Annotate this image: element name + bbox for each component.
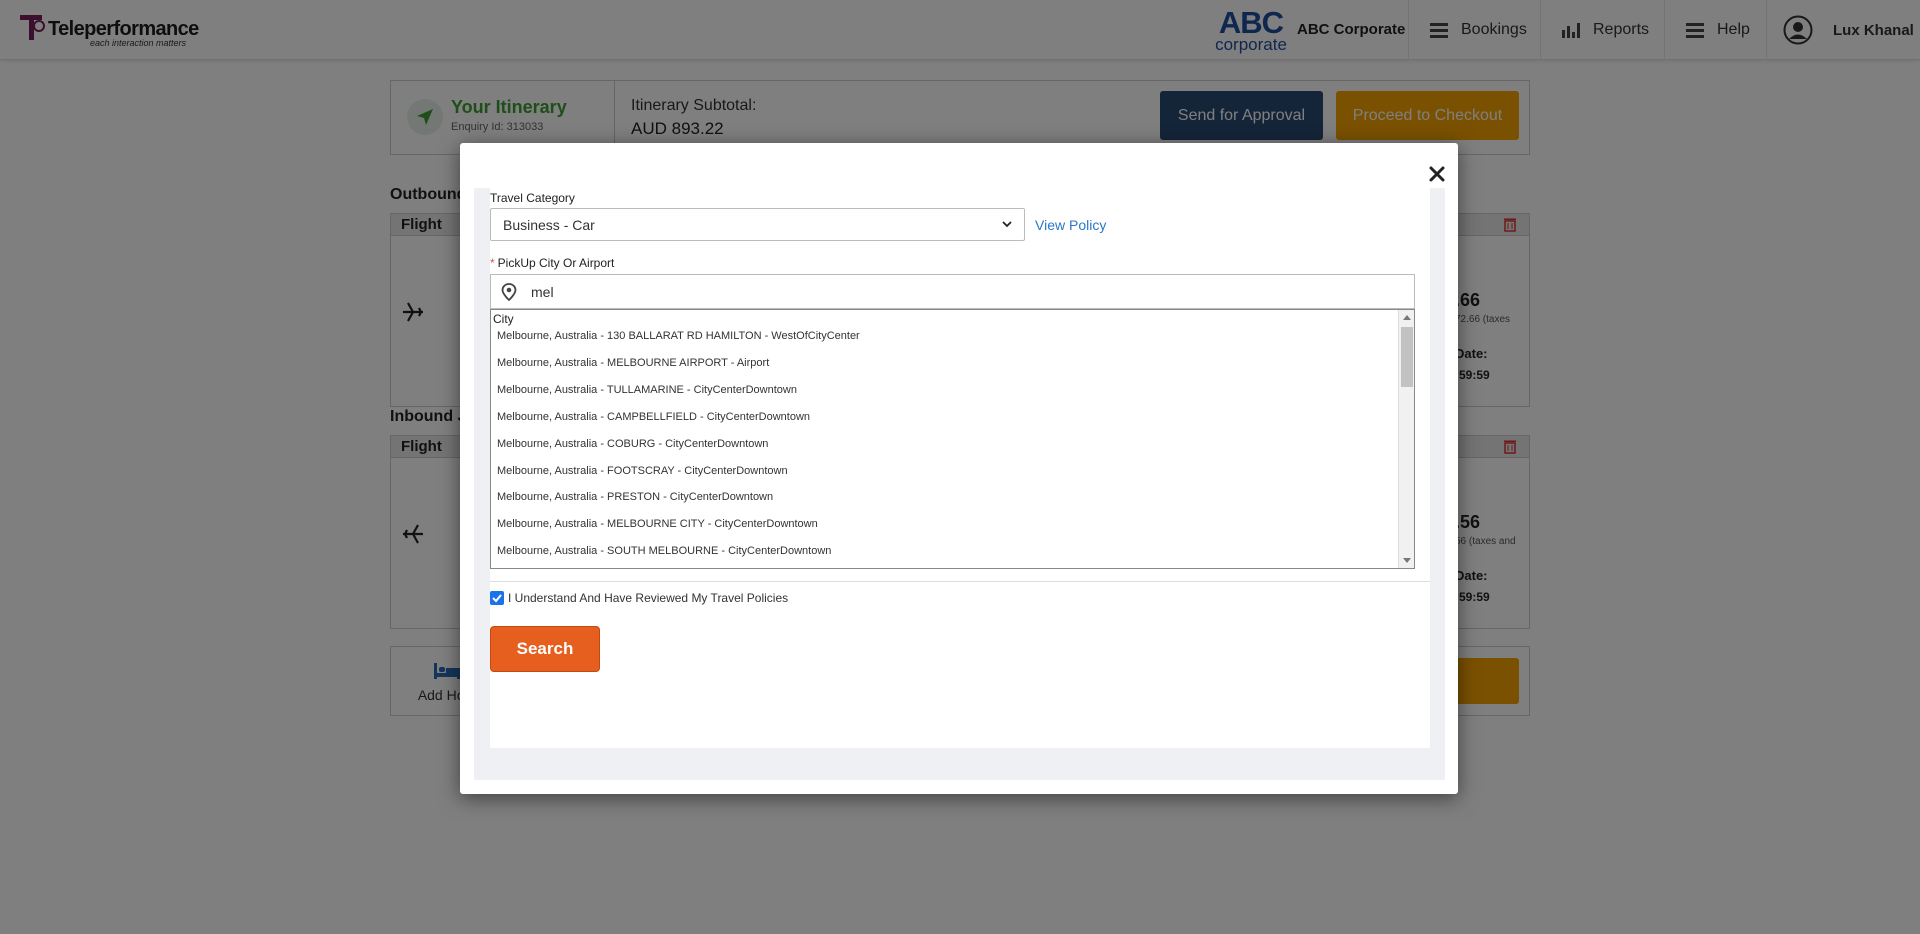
suggestion-item[interactable]: Melbourne, Australia - TULLAMARINE - Cit… [497,384,797,396]
scrollbar-thumb[interactable] [1401,327,1413,387]
travel-category-label: Travel Category [490,191,575,205]
policy-checkbox[interactable] [490,591,504,605]
pickup-city-input[interactable]: mel [490,274,1415,309]
suggestion-item[interactable]: Melbourne, Australia - PRESTON - CityCen… [497,491,773,503]
chevron-down-icon [1002,221,1012,228]
pickup-label: * PickUp City Or Airport [490,256,614,270]
suggestion-item[interactable]: Melbourne, Australia - CAMPBELLFIELD - C… [497,411,810,423]
suggestion-item[interactable]: Melbourne, Australia - MELBOURNE CITY - … [497,518,818,530]
suggestion-item[interactable]: Melbourne, Australia - FOOTSCRAY - CityC… [497,465,788,477]
suggestion-item[interactable]: Melbourne, Australia - SOUTH MELBOURNE -… [497,545,831,557]
checkmark-icon [492,594,502,603]
pickup-suggestions-dropdown[interactable]: City Melbourne, Australia - 130 BALLARAT… [490,309,1415,569]
required-marker: * [490,256,495,270]
close-button[interactable] [1426,163,1448,185]
pickup-input-value: mel [531,284,554,300]
search-button[interactable]: Search [490,626,600,672]
policy-checkbox-label[interactable]: I Understand And Have Reviewed My Travel… [508,591,788,605]
travel-category-select[interactable]: Business - Car [490,208,1025,241]
pickup-label-text: PickUp City Or Airport [497,256,615,270]
scroll-down-arrow-icon[interactable] [1403,558,1411,563]
travel-category-value: Business - Car [503,216,595,233]
suggestion-item[interactable]: Melbourne, Australia - COBURG - CityCent… [497,438,768,450]
view-policy-link[interactable]: View Policy [1035,217,1106,233]
car-search-modal: Travel Category Business - Car View Poli… [460,143,1458,794]
close-icon [1429,166,1445,182]
suggestion-item[interactable]: Melbourne, Australia - MELBOURNE AIRPORT… [497,357,769,369]
dropdown-group-header: City [493,312,514,326]
suggestion-item[interactable]: Melbourne, Australia - 130 BALLARAT RD H… [497,330,860,342]
location-pin-icon [501,283,517,301]
divider [490,581,1430,582]
dropdown-scrollbar[interactable] [1398,310,1414,568]
scroll-up-arrow-icon[interactable] [1403,315,1411,320]
